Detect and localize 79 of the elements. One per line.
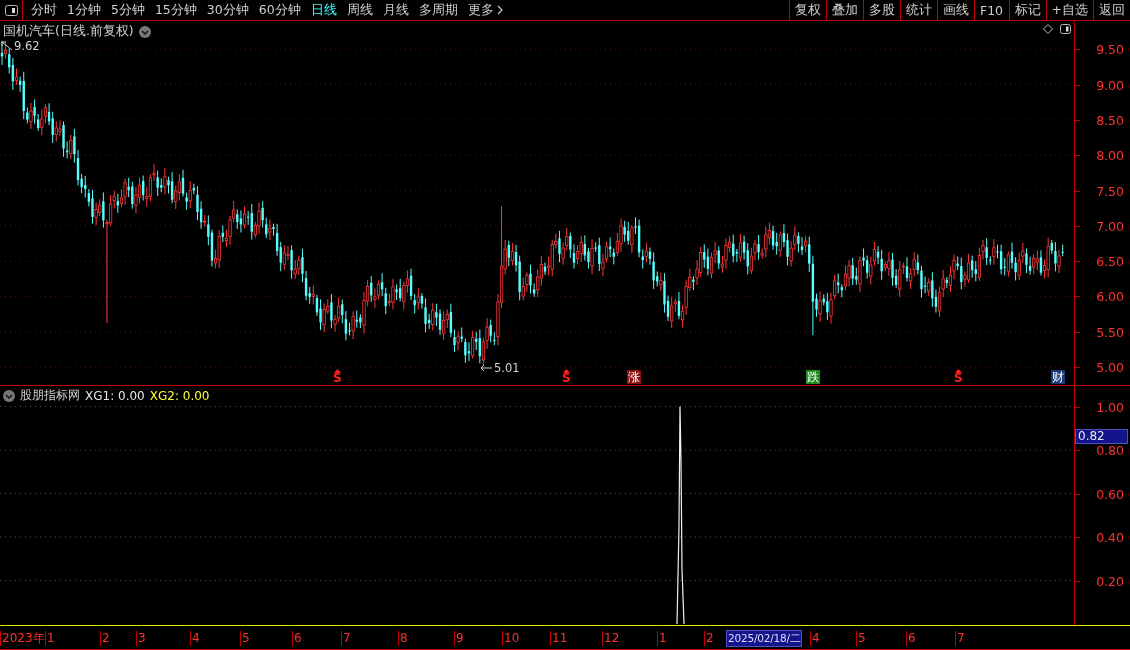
toolbar-button[interactable]: 叠加	[825, 0, 863, 20]
date-axis-label: 7	[341, 631, 351, 646]
price-axis-label: 5.50	[1096, 324, 1124, 340]
toolbar-button[interactable]: 多股	[862, 0, 900, 20]
series-value: XG1: 0.00	[85, 388, 145, 403]
period-tab[interactable]: 1分钟	[62, 1, 106, 19]
toolbar-button[interactable]: 统计	[899, 0, 937, 20]
toolbar-button[interactable]: 复权	[788, 0, 826, 20]
indicator-axis-label: 0.40	[1096, 529, 1124, 545]
chevron-right-icon	[496, 5, 503, 15]
period-tab[interactable]: 60分钟	[253, 1, 306, 19]
indicator-name: 股朋指标网	[20, 387, 80, 404]
dropdown-icon[interactable]	[138, 25, 151, 38]
period-tab[interactable]: 月线	[377, 1, 414, 19]
period-tab[interactable]: 日线	[305, 1, 342, 19]
date-axis-label: 5	[856, 631, 866, 646]
toolbar-button[interactable]: +自选	[1045, 0, 1093, 20]
indicator-axis-label: 0.20	[1096, 573, 1124, 588]
price-axis-label: 9.50	[1096, 41, 1124, 57]
period-tab[interactable]: 多周期	[413, 1, 463, 19]
period-tab[interactable]: 分时	[26, 1, 62, 19]
period-tab[interactable]: 周线	[341, 1, 378, 19]
period-tab[interactable]: 更多	[462, 1, 508, 19]
date-axis-label: 2025/02/18/二	[726, 630, 802, 647]
caret-up-icon	[333, 369, 341, 373]
event-tag[interactable]: 涨	[627, 370, 641, 384]
date-axis-label: 2	[100, 631, 110, 646]
toolbar-button[interactable]: 标记	[1008, 0, 1046, 20]
panel-toggle-icon[interactable]	[1060, 24, 1071, 34]
date-axis-label: 11	[550, 631, 568, 646]
date-axis-label: 10	[502, 631, 520, 646]
indicator-axis-label: 1.00	[1096, 399, 1124, 414]
price-axis-label: 9.00	[1096, 77, 1124, 93]
toolbar-button[interactable]: 返回	[1093, 0, 1130, 20]
date-axis-label: 1	[45, 631, 55, 646]
date-axis-label: 3	[136, 631, 146, 646]
price-axis-label: 7.50	[1096, 183, 1124, 198]
period-tab[interactable]: 15分钟	[149, 1, 202, 19]
date-axis-label: 6	[292, 631, 302, 646]
date-axis-label: 2023年	[0, 631, 45, 646]
price-axis-label: 7.00	[1096, 218, 1124, 234]
date-axis-label: 5	[240, 631, 250, 646]
indicator-axis-label: 0.60	[1096, 486, 1124, 501]
arrow-icon	[480, 364, 493, 372]
diamond-icon[interactable]	[1043, 24, 1053, 34]
signal-mark: S	[954, 373, 963, 384]
date-axis-label: 6	[906, 631, 916, 646]
signal-mark: S	[562, 373, 571, 384]
toolbar-button[interactable]: 画线	[936, 0, 974, 20]
price-axis-label: 5.00	[1096, 359, 1124, 375]
low-price-label: 5.01	[494, 361, 520, 375]
cursor-value: 0.82	[1075, 429, 1128, 444]
indicator-axis-label: 0.80	[1096, 442, 1124, 458]
date-axis-label: 4	[810, 631, 820, 646]
price-axis-label: 6.50	[1096, 253, 1124, 269]
date-axis-label: 12	[602, 631, 620, 646]
period-tab[interactable]: 30分钟	[201, 1, 254, 19]
date-axis-label: 2	[704, 631, 714, 646]
signal-mark: S	[333, 373, 342, 384]
date-axis-label: 7	[955, 631, 965, 646]
price-axis-label: 8.50	[1096, 112, 1124, 128]
arrow-icon	[1, 41, 13, 51]
high-price-label: 9.62	[14, 39, 40, 53]
event-tag[interactable]: 财	[1051, 370, 1065, 384]
caret-up-icon	[954, 369, 962, 373]
date-axis-label: 4	[190, 631, 200, 646]
date-axis-label: 8	[398, 631, 408, 646]
panel-toggle-icon[interactable]	[4, 4, 18, 16]
price-axis-label: 6.00	[1096, 288, 1124, 304]
series-value: XG2: 0.00	[149, 388, 210, 403]
period-tab[interactable]: 5分钟	[105, 1, 150, 19]
price-axis-label: 8.00	[1096, 147, 1124, 163]
dropdown-icon[interactable]	[3, 389, 15, 402]
date-axis-label: 9	[454, 631, 464, 646]
stock-title: 国机汽车(日线.前复权)	[3, 23, 134, 40]
toolbar-button[interactable]: F10	[973, 0, 1009, 20]
caret-up-icon	[562, 369, 570, 373]
date-axis-label: 1	[657, 631, 667, 646]
event-tag[interactable]: 跌	[806, 370, 820, 384]
